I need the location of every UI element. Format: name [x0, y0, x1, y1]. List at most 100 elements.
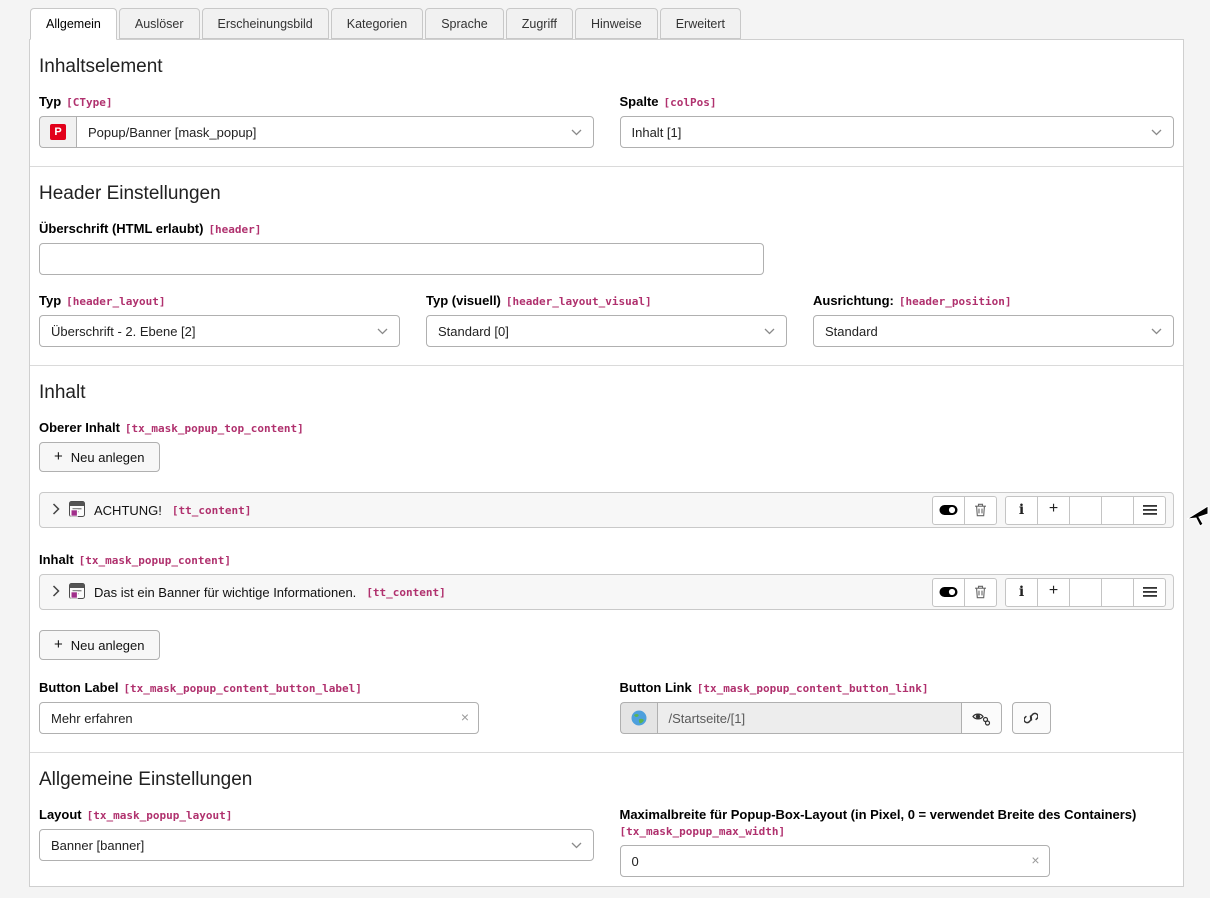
section-inhalt: Inhalt Oberer Inhalt[tx_mask_popup_top_c… — [30, 365, 1183, 752]
field-code: [colPos] — [664, 96, 717, 109]
new-record-button-main[interactable]: + Neu anlegen — [39, 630, 160, 660]
toggle-enable-button[interactable] — [932, 496, 965, 525]
clear-icon[interactable]: × — [461, 709, 469, 725]
link-browser-button[interactable] — [1012, 702, 1051, 734]
section-heading: Inhalt — [39, 382, 1174, 404]
section-allgemeine-einstellungen: Allgemeine Einstellungen Layout[tx_mask_… — [30, 752, 1183, 895]
add-button[interactable]: + — [1037, 578, 1070, 607]
tab-sprache[interactable]: Sprache — [425, 8, 504, 39]
section-heading: Header Einstellungen — [39, 183, 1174, 205]
tab-ausloeser[interactable]: Auslöser — [119, 8, 200, 39]
field-code: [tx_mask_popup_content] — [79, 554, 231, 567]
field-code: [header_layout_visual] — [506, 295, 652, 308]
field-button-label: Button Label [tx_mask_popup_content_butto… — [39, 680, 594, 734]
clear-icon[interactable]: × — [1031, 852, 1039, 868]
content-record-icon — [69, 501, 85, 520]
field-label: Maximalbreite für Popup-Box-Layout (in P… — [620, 807, 1175, 822]
field-label: Ausrichtung: — [813, 293, 894, 308]
section-header-einstellungen: Header Einstellungen Überschrift (HTML e… — [30, 166, 1183, 365]
header-position-select[interactable]: Standard — [813, 315, 1174, 347]
field-button-link: Button Link[tx_mask_popup_content_button… — [620, 680, 1175, 734]
menu-icon — [1143, 505, 1157, 515]
field-label: Oberer Inhalt — [39, 420, 120, 435]
drag-handle-button[interactable] — [1133, 496, 1166, 525]
empty-action-button — [1069, 496, 1102, 525]
tab-erscheinungsbild[interactable]: Erscheinungsbild — [202, 8, 329, 39]
chevron-right-icon[interactable] — [52, 585, 60, 600]
field-ctype: Typ[CType] P Popup/Banner [mask_popup] — [39, 94, 594, 148]
field-colpos: Spalte[colPos] Inhalt [1] — [620, 94, 1175, 148]
delete-button[interactable] — [964, 578, 997, 607]
tab-kategorien[interactable]: Kategorien — [331, 8, 423, 39]
button-label-input[interactable] — [39, 702, 479, 734]
chevron-down-icon — [1151, 129, 1162, 136]
tab-erweitert[interactable]: Erweitert — [660, 8, 741, 39]
tab-zugriff[interactable]: Zugriff — [506, 8, 573, 39]
chevron-right-icon[interactable] — [52, 503, 60, 518]
add-button[interactable]: + — [1037, 496, 1070, 525]
form-tab-bar: Allgemein Auslöser Erscheinungsbild Kate… — [0, 0, 1210, 39]
record-title[interactable]: Das ist ein Banner für wichtige Informat… — [94, 585, 356, 600]
tab-hinweise[interactable]: Hinweise — [575, 8, 658, 39]
field-code: [tx_mask_popup_max_width] — [620, 825, 1175, 838]
field-header-position: Ausrichtung:[header_position] Standard — [813, 293, 1174, 347]
layout-select-value: Banner [banner] — [51, 838, 144, 853]
field-label: Typ — [39, 293, 61, 308]
empty-action-button — [1101, 578, 1134, 607]
drag-handle-button[interactable] — [1133, 578, 1166, 607]
chevron-down-icon — [764, 328, 775, 335]
field-layout: Layout[tx_mask_popup_layout] Banner [ban… — [39, 807, 594, 877]
ctype-icon-box: P — [39, 116, 76, 148]
globe-icon — [631, 710, 647, 726]
layout-select[interactable]: Banner [banner] — [39, 829, 594, 861]
section-heading: Allgemeine Einstellungen — [39, 769, 1174, 791]
tab-allgemein[interactable]: Allgemein — [30, 8, 117, 40]
field-label: Layout — [39, 807, 82, 822]
record-table-code: [tt_content] — [366, 586, 445, 599]
chevron-down-icon — [1151, 328, 1162, 335]
mask-popup-icon: P — [50, 124, 66, 140]
colpos-select-value: Inhalt [1] — [632, 125, 682, 140]
eye-link-icon — [972, 710, 991, 726]
section-heading: Inhaltselement — [39, 56, 1174, 78]
plus-icon: + — [54, 448, 63, 465]
ctype-select[interactable]: Popup/Banner [mask_popup] — [76, 116, 594, 148]
header-position-select-value: Standard — [825, 324, 878, 339]
info-button[interactable]: i — [1005, 496, 1038, 525]
info-button[interactable]: i — [1005, 578, 1038, 607]
new-record-button-label: Neu anlegen — [71, 638, 145, 653]
field-label: Inhalt — [39, 552, 74, 567]
field-label: Überschrift (HTML erlaubt) — [39, 221, 203, 236]
max-width-input[interactable] — [620, 845, 1050, 877]
new-record-button-label: Neu anlegen — [71, 450, 145, 465]
toggle-enable-button[interactable] — [932, 578, 965, 607]
new-record-button-top[interactable]: + Neu anlegen — [39, 442, 160, 472]
header-layout-select[interactable]: Überschrift - 2. Ebene [2] — [39, 315, 400, 347]
header-layout-select-value: Überschrift - 2. Ebene [2] — [51, 324, 196, 339]
form-panel: Inhaltselement Typ[CType] P Popup/Banner… — [29, 39, 1184, 887]
field-header-layout-visual: Typ (visuell) [header_layout_visual] Stan… — [426, 293, 787, 347]
empty-action-button — [1101, 496, 1134, 525]
header-layout-visual-select[interactable]: Standard [0] — [426, 315, 787, 347]
field-label: Typ (visuell) — [426, 293, 501, 308]
delete-button[interactable] — [964, 496, 997, 525]
field-code: [tx_mask_popup_content_button_label] — [123, 682, 361, 695]
toggle-on-icon — [939, 504, 958, 516]
record-table-code: [tt_content] — [172, 504, 251, 517]
trash-icon — [974, 585, 987, 599]
record-row-banner: Das ist ein Banner für wichtige Informat… — [39, 574, 1174, 610]
empty-action-button — [1069, 578, 1102, 607]
ctype-select-value: Popup/Banner [mask_popup] — [88, 125, 256, 140]
colpos-select[interactable]: Inhalt [1] — [620, 116, 1175, 148]
record-title[interactable]: ACHTUNG! — [94, 503, 162, 518]
field-label: Button Link — [620, 680, 692, 695]
field-label: Typ — [39, 94, 61, 109]
trash-icon — [974, 503, 987, 517]
link-preview-button[interactable] — [961, 702, 1002, 734]
chevron-down-icon — [571, 129, 582, 136]
field-label: Button Label — [39, 680, 118, 695]
menu-icon — [1143, 587, 1157, 597]
chevron-down-icon — [571, 842, 582, 849]
button-link-input[interactable]: /Startseite/[1] — [657, 702, 962, 734]
header-input[interactable] — [39, 243, 764, 275]
